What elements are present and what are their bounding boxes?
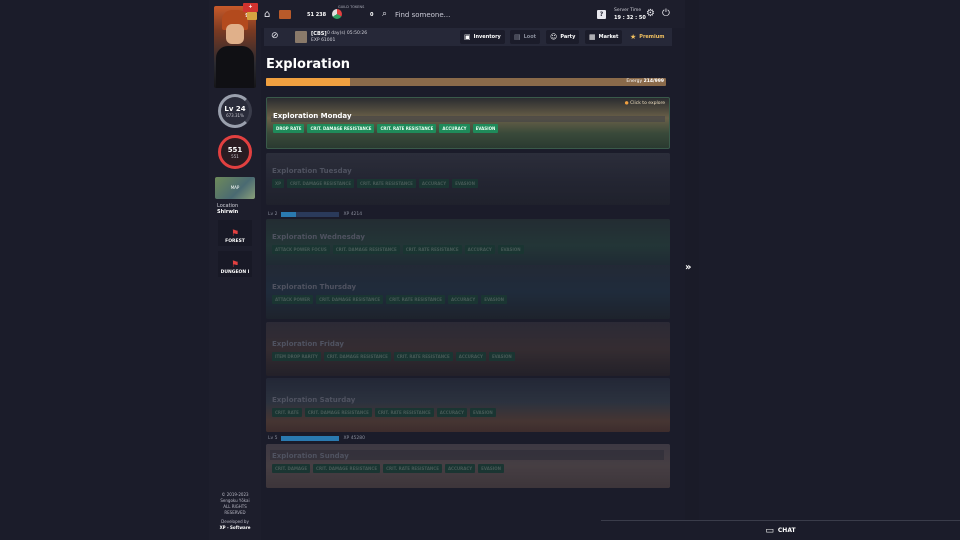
compass-icon[interactable]: ⊘	[271, 31, 279, 41]
req-progress-bar	[281, 436, 340, 441]
chat-icon: ▭	[765, 525, 774, 536]
shop-icon: ▦	[589, 33, 596, 41]
ryo-count: 51 238	[307, 12, 327, 18]
developer: XP - Software	[219, 525, 251, 530]
guild-tokens-count: 0	[370, 12, 374, 18]
inventory-label: Inventory	[473, 34, 501, 40]
rights: ALL RIGHTS RESERVED	[223, 504, 247, 515]
energy-fill	[266, 78, 350, 86]
backpack-icon: ▣	[464, 33, 471, 41]
tag: CRIT. DAMAGE RESISTANCE	[307, 124, 375, 133]
locked-overlay	[266, 444, 670, 488]
footer: © 2019-2023 Sengoku Yōkai ALL RIGHTS RES…	[212, 492, 258, 531]
energy-text: Energy 214/999	[600, 79, 664, 84]
req-progress-fill	[281, 212, 296, 217]
premium-button[interactable]: ★ Premium	[626, 30, 669, 44]
locked-overlay	[266, 153, 670, 205]
exploration-card-friday: Exploration Friday ITEM DROP RARITY CRIT…	[266, 322, 670, 376]
map-button[interactable]: MAP	[215, 177, 255, 199]
server-time: 19 : 32 : 50	[614, 15, 646, 21]
loot-label: Loot	[523, 34, 537, 40]
zone-forest-button[interactable]: ⚑ FOREST	[218, 220, 252, 246]
player-mini-avatar[interactable]	[295, 31, 307, 43]
tag: ACCURACY	[439, 124, 470, 133]
chat-label: CHAT	[777, 527, 796, 534]
gear-icon[interactable]: ⚙	[646, 8, 655, 19]
locked-overlay	[266, 322, 670, 376]
party-label: Party	[560, 34, 576, 40]
level-requirement: Lv 2 XP 4214	[268, 210, 362, 219]
search-input[interactable]	[395, 9, 575, 21]
exploration-card-tuesday: Exploration Tuesday XP CRIT. DAMAGE RESI…	[266, 153, 670, 205]
guild-token-icon	[332, 9, 342, 19]
hp-text: 551	[227, 145, 243, 154]
level-percent: 673.31%	[226, 112, 244, 118]
chat-button[interactable]: ▭ CHAT	[601, 520, 960, 540]
chest-icon: ▤	[514, 33, 521, 41]
locked-overlay	[266, 378, 670, 432]
zone-label: DUNGEON I	[220, 270, 250, 275]
tag: DROP RATE	[273, 124, 305, 133]
click-to-explore-hint[interactable]: ● Click to explore	[625, 101, 665, 106]
premium-label: Premium	[639, 34, 665, 40]
req-xp: XP 45280	[343, 436, 366, 441]
power-icon[interactable]: ⏻	[662, 8, 670, 19]
req-xp: XP 4214	[343, 212, 363, 217]
click-hint-text: Click to explore	[630, 101, 665, 106]
loot-button[interactable]: ▤ Loot	[510, 30, 541, 44]
level-ring: Lv 24 673.31%	[218, 94, 252, 128]
zone-label: FOREST	[225, 239, 245, 244]
market-label: Market	[598, 34, 619, 40]
req-progress-bar	[281, 212, 340, 217]
market-button[interactable]: ▦ Market	[585, 30, 623, 44]
guild-tokens-label: GUILD TOKENS	[338, 5, 365, 9]
hp-ring: 551 551	[218, 135, 252, 169]
energy-label: Energy	[626, 79, 643, 84]
flag-icon: ⚑	[230, 229, 240, 239]
exploration-card-thursday: Exploration Thursday ATTACK POWER CRIT. …	[266, 265, 670, 319]
tag-list: DROP RATE CRIT. DAMAGE RESISTANCE CRIT. …	[273, 124, 499, 133]
req-progress-fill	[281, 436, 340, 441]
location-name: Shirwin	[217, 209, 239, 215]
star-icon: ★	[630, 33, 637, 41]
page-title: Exploration	[266, 57, 350, 72]
home-icon[interactable]: ⌂	[264, 9, 270, 20]
req-level: Lv 2	[268, 212, 278, 217]
flag-icon: ⚑	[230, 260, 240, 270]
tag: EVASION	[472, 124, 499, 133]
notification-badge[interactable]: + 999	[243, 3, 258, 19]
hp-max: 551	[231, 153, 239, 159]
card-title: Exploration Monday	[273, 112, 352, 120]
zone-dungeon-button[interactable]: ⚑ DUNGEON I	[218, 251, 252, 277]
exploration-card-monday[interactable]: ● Click to explore Exploration Monday DR…	[266, 97, 670, 149]
energy-value: 214/999	[643, 79, 664, 84]
party-button[interactable]: ☺ Party	[546, 30, 580, 44]
info-icon: ●	[624, 101, 629, 106]
exploration-card-sunday: Exploration Sunday CRIT. DAMAGE CRIT. DA…	[266, 444, 670, 488]
party-icon: ☺	[550, 33, 558, 41]
inventory-button[interactable]: ▣ Inventory	[460, 30, 505, 44]
chevron-double-right-icon[interactable]: »	[685, 262, 691, 273]
player-xp: EXP 61001	[311, 38, 336, 43]
locked-overlay	[266, 265, 670, 319]
player-timer: 0 day(s) 05:50:26	[327, 31, 368, 36]
scroll-icon[interactable]	[279, 10, 291, 19]
search-icon[interactable]: ⌕	[382, 9, 387, 19]
req-level: Lv 5	[268, 436, 278, 441]
level-requirement: Lv 5 XP 45280	[268, 434, 365, 443]
server-time-label: Server Time	[614, 8, 642, 13]
tag: CRIT. RATE RESISTANCE	[377, 124, 437, 133]
help-icon[interactable]: ?	[597, 10, 606, 19]
player-name[interactable]: [CBS]	[311, 31, 327, 37]
level-text: Lv 24	[224, 104, 246, 113]
exploration-card-saturday: Exploration Saturday CRIT. RATE CRIT. DA…	[266, 378, 670, 432]
gold-badge-icon	[247, 12, 257, 20]
